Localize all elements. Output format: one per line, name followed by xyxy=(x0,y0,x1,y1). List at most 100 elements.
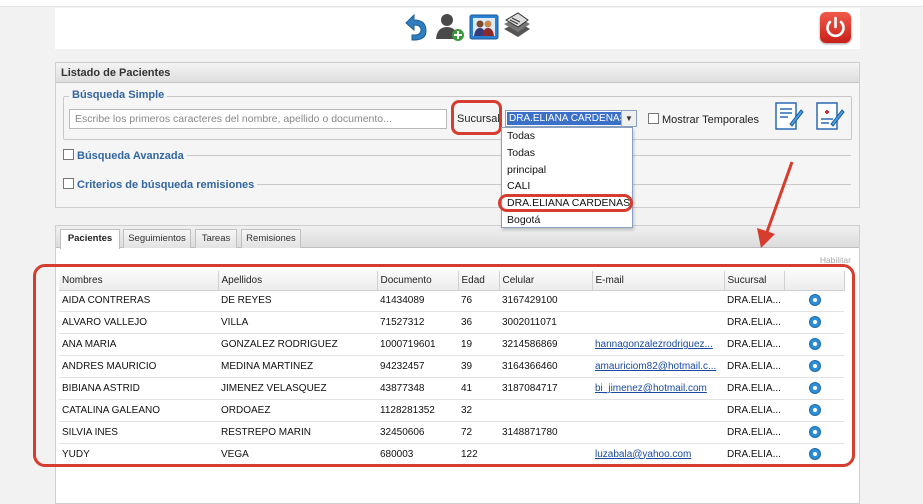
remisiones-criteria-toggle[interactable]: Criterios de búsqueda remisiones xyxy=(63,178,258,191)
dropdown-option[interactable]: Todas xyxy=(502,128,632,145)
cell-apellidos: MEDINA MARTINEZ xyxy=(218,355,377,379)
row-action-icon[interactable] xyxy=(809,360,821,373)
cell-action xyxy=(784,290,844,313)
back-arrow-icon[interactable] xyxy=(400,11,430,43)
tab-seguimientos[interactable]: Seguimientos xyxy=(123,229,191,248)
row-action-icon[interactable] xyxy=(809,338,821,351)
column-header[interactable]: Apellidos xyxy=(218,271,378,291)
table-header-row: Nombres Apellidos Documento Edad Celular… xyxy=(59,271,845,291)
row-action-icon[interactable] xyxy=(809,447,821,460)
cell-apellidos: RESTREPO MARIN xyxy=(218,421,377,444)
cell-documento: 94232457 xyxy=(377,355,458,379)
cell-nombres: ANDRES MAURICIO xyxy=(59,355,218,379)
column-header[interactable]: Documento xyxy=(377,271,459,291)
cell-action xyxy=(784,399,844,422)
cell-nombres: ALVARO VALLEJO xyxy=(59,311,218,335)
cell-edad: 19 xyxy=(458,333,499,357)
cell-edad: 39 xyxy=(458,355,499,379)
table-row[interactable]: ANA MARIA GONZALEZ RODRIGUEZ 1000719601 … xyxy=(59,333,844,357)
column-header[interactable]: Edad xyxy=(458,271,500,291)
dropdown-option[interactable]: Bogotá xyxy=(502,212,632,229)
email-link[interactable]: bi_jimenez@hotmail.com xyxy=(595,383,707,394)
sucursal-select[interactable]: DRA.ELIANA CARDENAS ▼ xyxy=(505,110,637,127)
cell-email: bi_jimenez@hotmail.com xyxy=(592,377,724,400)
dropdown-option[interactable]: DRA.ELIANA CARDENAS xyxy=(502,195,632,212)
row-action-icon[interactable] xyxy=(809,294,821,307)
column-header[interactable]: E-mail xyxy=(592,271,725,291)
cell-sucursal: DRA.ELIA... xyxy=(724,399,784,422)
cell-edad: 122 xyxy=(458,443,499,466)
advanced-search-checkbox[interactable] xyxy=(63,149,74,160)
column-header[interactable]: Sucursal xyxy=(724,271,785,291)
column-header[interactable]: Celular xyxy=(499,271,593,291)
cell-celular: 3148871780 xyxy=(499,421,592,444)
cell-apellidos: JIMENEZ VELASQUEZ xyxy=(218,377,377,400)
table-row[interactable]: SILVIA INES RESTREPO MARIN 32450606 72 3… xyxy=(59,421,844,444)
document-search-icon[interactable] xyxy=(772,100,804,132)
cell-documento: 32450606 xyxy=(377,421,458,444)
remisiones-criteria-label: Criterios de búsqueda remisiones xyxy=(77,179,255,191)
cell-email xyxy=(592,399,724,422)
simple-search-fieldset: Búsqueda Simple Sucursal: DRA.ELIANA CAR… xyxy=(63,89,852,140)
mostrar-temporales-label: Mostrar Temporales xyxy=(662,114,759,126)
tab-pacientes[interactable]: Pacientes xyxy=(60,229,120,249)
row-action-icon[interactable] xyxy=(809,316,821,329)
cell-documento: 43877348 xyxy=(377,377,458,400)
table-row[interactable]: ANDRES MAURICIO MEDINA MARTINEZ 94232457… xyxy=(59,355,844,379)
panel-title: Listado de Pacientes xyxy=(56,63,859,83)
cell-nombres: BIBIANA ASTRID xyxy=(59,377,218,400)
cell-celular xyxy=(499,399,592,422)
chevron-down-icon[interactable]: ▼ xyxy=(621,111,636,126)
row-action-icon[interactable] xyxy=(809,425,821,438)
cell-apellidos: VEGA xyxy=(218,443,377,466)
email-link[interactable]: luzabala@yahoo.com xyxy=(595,449,691,460)
checkbox-box[interactable] xyxy=(648,113,659,124)
cell-email: hannagonzalezrodriguez... xyxy=(592,333,724,357)
cell-celular: 3214586869 xyxy=(499,333,592,357)
document-medical-icon[interactable] xyxy=(813,100,845,132)
cell-celular xyxy=(499,443,592,466)
cell-nombres: AIDA CONTRERAS xyxy=(59,290,218,313)
cell-sucursal: DRA.ELIA... xyxy=(724,377,784,400)
email-link[interactable]: amauriciom82@hotmail.c... xyxy=(595,361,716,372)
cell-action xyxy=(784,311,844,335)
cell-nombres: SILVIA INES xyxy=(59,421,218,444)
row-action-icon[interactable] xyxy=(809,403,821,416)
top-strip xyxy=(0,0,923,7)
add-user-icon[interactable] xyxy=(435,11,465,43)
habilitar-link[interactable]: Habilitar xyxy=(820,255,851,265)
table-row[interactable]: AIDA CONTRERAS DE REYES 41434089 76 3167… xyxy=(59,290,844,313)
dropdown-option[interactable]: principal xyxy=(502,162,632,179)
cell-email: luzabala@yahoo.com xyxy=(592,443,724,466)
cell-celular: 3187084717 xyxy=(499,377,592,400)
search-input[interactable] xyxy=(69,109,447,129)
tab-remisiones[interactable]: Remisiones xyxy=(241,229,301,248)
power-icon[interactable] xyxy=(820,12,851,43)
cell-action xyxy=(784,421,844,444)
tab-strip: Pacientes Seguimientos Tareas Remisiones xyxy=(56,226,859,249)
remisiones-criteria-checkbox[interactable] xyxy=(63,178,74,189)
cell-apellidos: VILLA xyxy=(218,311,377,335)
mostrar-temporales-checkbox[interactable]: Mostrar Temporales xyxy=(648,113,759,126)
dropdown-option[interactable]: CALI xyxy=(502,178,632,195)
patients-table: Nombres Apellidos Documento Edad Celular… xyxy=(59,271,845,466)
patients-group-icon[interactable] xyxy=(469,11,499,43)
table-row[interactable]: ALVARO VALLEJO VILLA 71527312 36 3002011… xyxy=(59,311,844,335)
advanced-search-toggle[interactable]: Búsqueda Avanzada xyxy=(63,149,187,162)
column-header[interactable]: Nombres xyxy=(59,271,219,291)
stack-records-icon[interactable] xyxy=(502,11,532,43)
table-row[interactable]: BIBIANA ASTRID JIMENEZ VELASQUEZ 4387734… xyxy=(59,377,844,400)
cell-action xyxy=(784,443,844,466)
cell-documento: 41434089 xyxy=(377,290,458,313)
table-row[interactable]: CATALINA GALEANO ORDOAEZ 1128281352 32 D… xyxy=(59,399,844,422)
cell-celular: 3167429100 xyxy=(499,290,592,313)
row-action-icon[interactable] xyxy=(809,382,821,394)
sucursal-dropdown-list: Todas Todas principal CALI DRA.ELIANA CA… xyxy=(501,127,633,228)
dropdown-option[interactable]: Todas xyxy=(502,145,632,162)
cell-action xyxy=(784,377,844,400)
cell-edad: 72 xyxy=(458,421,499,444)
cell-sucursal: DRA.ELIA... xyxy=(724,290,784,313)
table-row[interactable]: YUDY VEGA 680003 122 luzabala@yahoo.com … xyxy=(59,443,844,466)
email-link[interactable]: hannagonzalezrodriguez... xyxy=(595,339,713,350)
tab-tareas[interactable]: Tareas xyxy=(195,229,237,248)
